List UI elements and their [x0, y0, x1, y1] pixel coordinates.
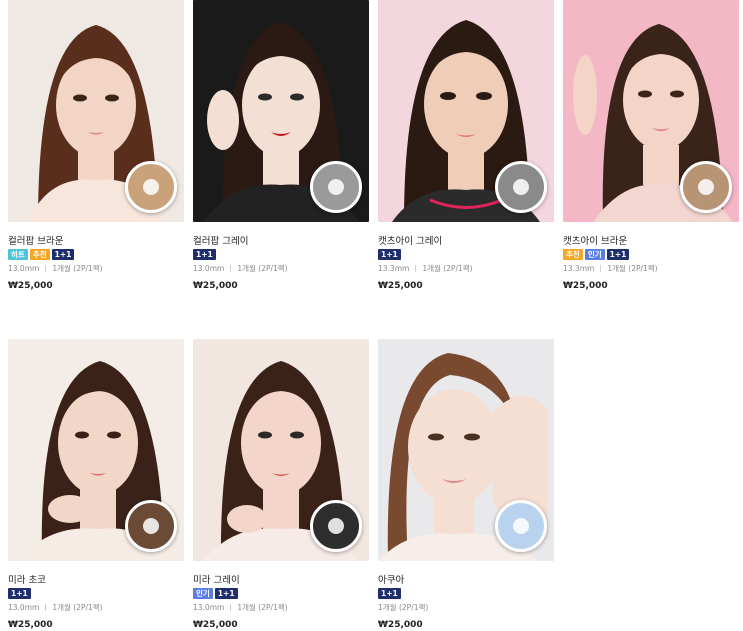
package-info: 1개월 (2P/1팩) — [607, 264, 658, 273]
lens-diameter: 13.3mm — [378, 264, 410, 273]
badge-list: 히트 추천 1+1 — [8, 249, 184, 260]
lens-diameter: 13.0mm — [8, 603, 40, 612]
package-info: 1개월 (2P/1팩) — [237, 603, 288, 612]
badge: 인기 — [193, 588, 213, 599]
badge: 1+1 — [606, 249, 630, 260]
lens-sample-icon — [495, 161, 547, 213]
package-info: 1개월 (2P/1팩) — [422, 264, 473, 273]
package-info: 1개월 (2P/1팩) — [52, 603, 103, 612]
product-spec: 13.0mm 1개월 (2P/1팩) — [193, 603, 369, 613]
spec-divider — [230, 265, 232, 272]
product-spec: 13.0mm 1개월 (2P/1팩) — [193, 264, 369, 274]
lens-sample-icon — [495, 500, 547, 552]
product-price: ₩25,000 — [378, 281, 423, 291]
badge: 히트 — [8, 249, 28, 260]
badge: 1+1 — [378, 249, 401, 260]
lens-diameter: 13.0mm — [193, 264, 225, 273]
product-price: ₩25,000 — [193, 620, 238, 630]
product-name[interactable]: 캣츠아이 브라운 — [563, 236, 739, 248]
product-image[interactable] — [193, 339, 369, 561]
badge-list: 1+1 — [193, 249, 369, 260]
product-image[interactable] — [193, 0, 369, 222]
spec-divider — [45, 265, 47, 272]
product-spec: 13.3mm 1개월 (2P/1팩) — [378, 264, 554, 274]
lens-sample-icon — [125, 161, 177, 213]
product-name[interactable]: 컬러팝 브라운 — [8, 236, 184, 248]
badge-list: 1+1 — [378, 588, 554, 599]
badge-list: 1+1 — [8, 588, 184, 599]
badge: 1+1 — [193, 249, 216, 260]
product-image[interactable] — [8, 339, 184, 561]
product-image[interactable] — [378, 0, 554, 222]
lens-sample-icon — [310, 161, 362, 213]
package-info: 1개월 (2P/1팩) — [378, 603, 429, 612]
spec-divider — [230, 604, 232, 611]
spec-divider — [45, 604, 47, 611]
product-name[interactable]: 미라 초코 — [8, 575, 184, 587]
product-price: ₩25,000 — [378, 620, 423, 630]
product-spec: 13.0mm 1개월 (2P/1팩) — [8, 603, 184, 613]
product-name[interactable]: 미라 그레이 — [193, 575, 369, 587]
package-info: 1개월 (2P/1팩) — [237, 264, 288, 273]
product-grid: 컬러팝 브라운 히트 추천 1+1 13.0mm 1개월 (2P/1팩) ₩25,… — [0, 0, 743, 631]
lens-sample-icon — [310, 500, 362, 552]
badge-list: 1+1 — [378, 249, 554, 260]
product-price: ₩25,000 — [8, 281, 53, 291]
badge: 인기 — [584, 249, 605, 260]
lens-diameter: 13.0mm — [193, 603, 225, 612]
spec-divider — [600, 265, 602, 272]
badge: 추천 — [563, 249, 583, 260]
product-image[interactable] — [378, 339, 554, 561]
lens-sample-icon — [680, 161, 732, 213]
badge: 1+1 — [51, 249, 75, 260]
lens-sample-icon — [125, 500, 177, 552]
badge-list: 추천 인기 1+1 — [563, 249, 739, 260]
product-image[interactable] — [8, 0, 184, 222]
product-name[interactable]: 컬러팝 그레이 — [193, 236, 369, 248]
product-image[interactable] — [563, 0, 739, 222]
product-price: ₩25,000 — [8, 620, 53, 630]
product-name[interactable]: 캣츠아이 그레이 — [378, 236, 554, 248]
product-price: ₩25,000 — [193, 281, 238, 291]
lens-diameter: 13.0mm — [8, 264, 40, 273]
spec-divider — [415, 265, 417, 272]
badge: 1+1 — [214, 588, 238, 599]
product-spec: 1개월 (2P/1팩) — [378, 603, 554, 613]
product-name[interactable]: 아쿠아 — [378, 575, 554, 587]
package-info: 1개월 (2P/1팩) — [52, 264, 103, 273]
badge: 1+1 — [8, 588, 31, 599]
badge: 추천 — [29, 249, 50, 260]
product-spec: 13.0mm 1개월 (2P/1팩) — [8, 264, 184, 274]
badge: 1+1 — [378, 588, 401, 599]
product-spec: 13.3mm 1개월 (2P/1팩) — [563, 264, 739, 274]
badge-list: 인기 1+1 — [193, 588, 369, 599]
product-price: ₩25,000 — [563, 281, 608, 291]
lens-diameter: 13.3mm — [563, 264, 595, 273]
